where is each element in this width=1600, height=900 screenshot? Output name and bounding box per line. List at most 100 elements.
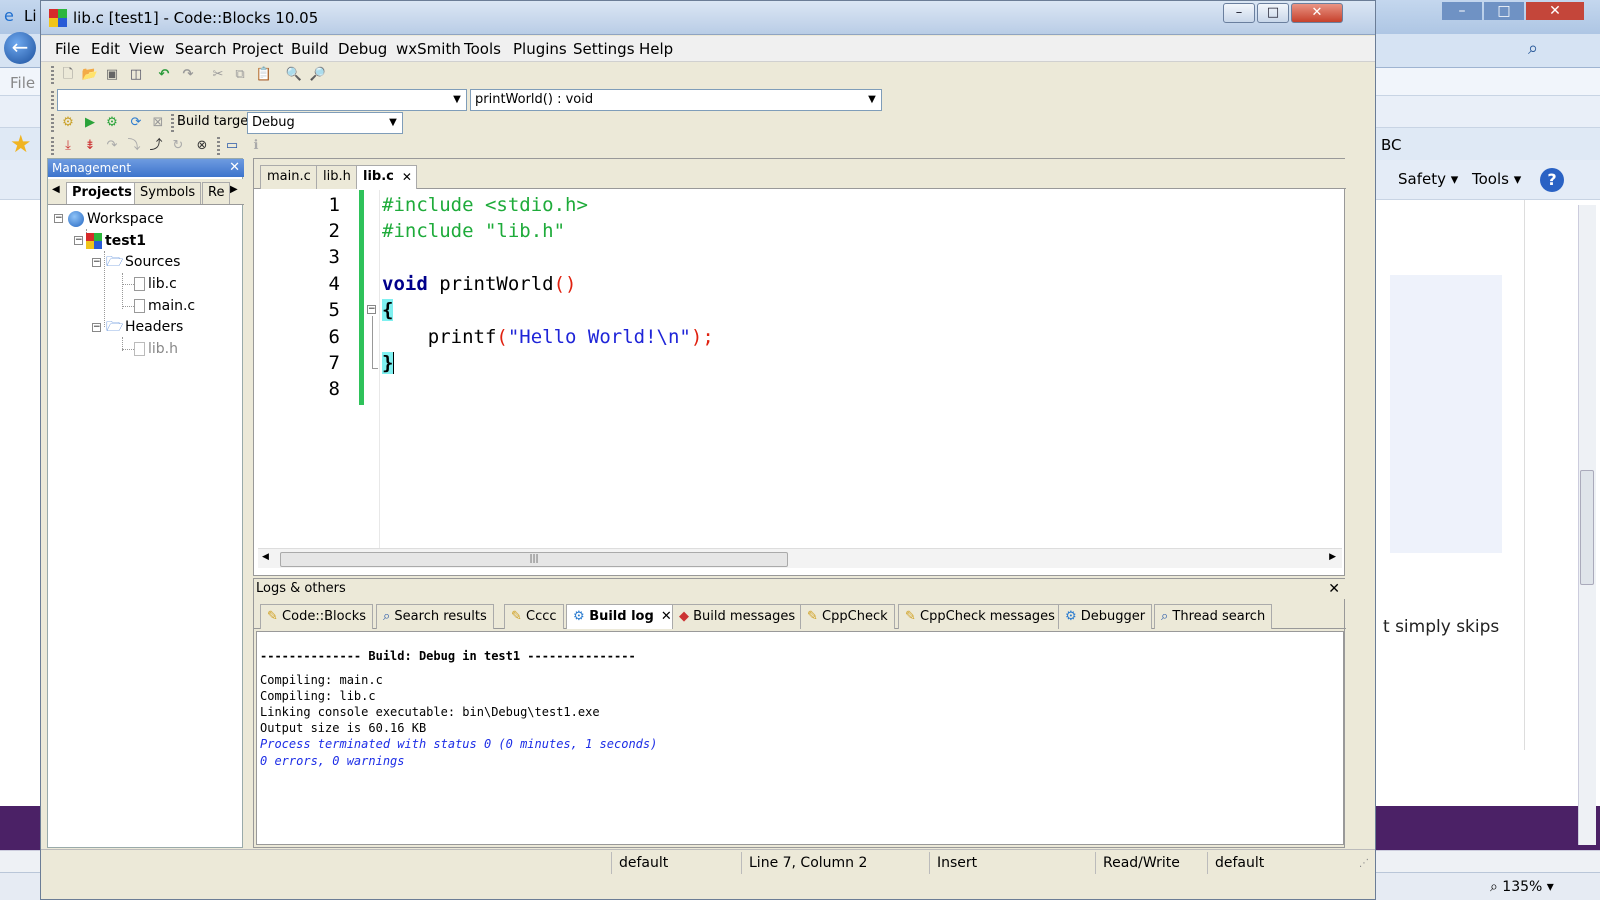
function-combo[interactable]: printWorld() : void ▼ bbox=[470, 89, 882, 111]
code-line-2[interactable]: #include "lib.h" bbox=[382, 218, 565, 244]
undo-icon[interactable]: ↶ bbox=[155, 66, 173, 84]
tree-item-workspace[interactable]: Workspace bbox=[68, 209, 164, 229]
redo-icon[interactable]: ↷ bbox=[179, 66, 197, 84]
find-icon[interactable]: 🔍 bbox=[285, 66, 303, 84]
tab-scroll-right-icon[interactable]: ▶ bbox=[230, 184, 238, 195]
code-line-6[interactable]: printf("Hello World!\n"); bbox=[382, 324, 714, 350]
tab-symbols[interactable]: Symbols bbox=[134, 182, 202, 204]
debug-run-icon[interactable]: ⤓ bbox=[59, 137, 77, 155]
code-line-1[interactable]: #include <stdio.h> bbox=[382, 192, 588, 218]
browser-tab-text[interactable]: BC bbox=[1381, 136, 1402, 154]
close-tab-icon[interactable]: ✕ bbox=[402, 166, 412, 188]
menu-settings[interactable]: Settings bbox=[573, 40, 635, 58]
new-file-icon[interactable]: 🗋 bbox=[59, 66, 77, 84]
close-button[interactable]: ✕ bbox=[1291, 3, 1343, 23]
menu-tools[interactable]: Tools bbox=[464, 40, 501, 58]
run-to-cursor-icon[interactable]: ⇟ bbox=[81, 137, 99, 155]
tab-lib-c[interactable]: lib.c ✕ bbox=[356, 165, 417, 189]
menu-search[interactable]: Search bbox=[175, 40, 227, 58]
chevron-down-icon[interactable]: ▼ bbox=[384, 113, 402, 133]
build-target-combo[interactable]: Debug ▼ bbox=[247, 112, 403, 134]
fold-toggle-icon[interactable]: − bbox=[367, 305, 376, 314]
close-tab-icon[interactable]: ✕ bbox=[661, 605, 672, 628]
scroll-right-icon[interactable]: ▶ bbox=[1329, 552, 1336, 562]
toolbar-grip[interactable] bbox=[51, 114, 54, 132]
next-line-icon[interactable]: ↷ bbox=[103, 137, 121, 155]
chevron-down-icon[interactable]: ▼ bbox=[863, 90, 881, 110]
open-folder-icon[interactable]: 📂 bbox=[81, 66, 99, 84]
build-gear-icon[interactable]: ⚙ bbox=[59, 114, 77, 132]
tab-cccc[interactable]: ✎ Cccc bbox=[504, 604, 564, 629]
save-all-icon[interactable]: ◫ bbox=[127, 66, 145, 84]
tree-item-file[interactable]: lib.c bbox=[134, 274, 177, 294]
toolbar-grip[interactable] bbox=[217, 137, 220, 155]
menu-edit[interactable]: Edit bbox=[91, 40, 120, 58]
tree-item-file[interactable]: main.c bbox=[134, 296, 195, 316]
abort-icon[interactable]: ⊠ bbox=[149, 114, 167, 132]
close-icon[interactable]: ✕ bbox=[1328, 579, 1340, 599]
menu-help[interactable]: Help bbox=[639, 40, 673, 58]
tab-build-log[interactable]: ⚙ Build log ✕ bbox=[566, 604, 677, 629]
tree-collapse-project[interactable]: − bbox=[74, 236, 83, 245]
toolbar-grip[interactable] bbox=[51, 91, 54, 109]
debug-windows-icon[interactable]: ▭ bbox=[223, 137, 241, 155]
next-instruction-icon[interactable]: ↻ bbox=[169, 137, 187, 155]
code-line-7[interactable]: } bbox=[382, 350, 395, 376]
menu-plugins[interactable]: Plugins bbox=[513, 40, 567, 58]
toolbar-grip[interactable] bbox=[51, 137, 54, 155]
tab-resources[interactable]: Re bbox=[202, 182, 231, 204]
rebuild-icon[interactable]: ⟳ bbox=[127, 114, 145, 132]
scope-combo[interactable]: ▼ bbox=[57, 89, 467, 111]
browser-tools-menu[interactable]: Tools ▾ bbox=[1472, 170, 1521, 188]
menu-wxsmith[interactable]: wxSmith bbox=[396, 40, 461, 58]
info-icon[interactable]: ℹ bbox=[247, 137, 265, 155]
code-line-5[interactable]: { bbox=[382, 297, 394, 323]
back-arrow-icon[interactable]: ← bbox=[4, 32, 36, 64]
tab-scroll-left-icon[interactable]: ◀ bbox=[52, 184, 60, 195]
menu-project[interactable]: Project bbox=[232, 40, 283, 58]
browser-close-button[interactable]: ✕ bbox=[1526, 2, 1584, 20]
menu-build[interactable]: Build bbox=[291, 40, 329, 58]
browser-scroll-thumb[interactable] bbox=[1580, 470, 1594, 585]
tab-cppcheck-messages[interactable]: ✎ CppCheck messages bbox=[898, 604, 1062, 629]
browser-minimize-button[interactable]: – bbox=[1442, 2, 1482, 20]
tab-cppcheck[interactable]: ✎ CppCheck bbox=[800, 604, 895, 629]
help-icon[interactable]: ? bbox=[1540, 168, 1564, 192]
tree-item-project[interactable]: test1 bbox=[86, 231, 146, 251]
favorites-star-icon[interactable]: ★ bbox=[10, 130, 32, 158]
editor-horizontal-scrollbar[interactable]: ◀ ||| ▶ bbox=[258, 548, 1342, 568]
build-and-run-icon[interactable]: ⚙ bbox=[103, 114, 121, 132]
tree-item-file[interactable]: lib.h bbox=[134, 339, 178, 359]
menu-debug[interactable]: Debug bbox=[338, 40, 387, 58]
tab-build-messages[interactable]: ◆ Build messages bbox=[672, 604, 803, 629]
menu-file[interactable]: File bbox=[55, 40, 80, 58]
save-icon[interactable]: ▣ bbox=[103, 66, 121, 84]
code-line-4[interactable]: void printWorld() bbox=[382, 271, 577, 297]
tab-debugger[interactable]: ⚙ Debugger bbox=[1058, 604, 1153, 629]
tree-item-sources[interactable]: 🗁 Sources bbox=[106, 252, 180, 272]
search-icon[interactable]: ⌕ bbox=[1528, 38, 1538, 59]
tree-collapse-headers[interactable]: − bbox=[92, 323, 101, 332]
close-icon[interactable]: ✕ bbox=[229, 159, 240, 177]
build-log-output[interactable]: -------------- Build: Debug in test1 ---… bbox=[256, 631, 1344, 845]
toolbar-grip[interactable] bbox=[171, 114, 174, 132]
browser-maximize-button[interactable]: □ bbox=[1484, 2, 1524, 20]
tree-collapse-sources[interactable]: − bbox=[92, 258, 101, 267]
copy-icon[interactable]: ⧉ bbox=[231, 66, 249, 84]
menu-view[interactable]: View bbox=[129, 40, 165, 58]
tab-lib-h[interactable]: lib.h bbox=[316, 165, 358, 189]
toolbar-grip[interactable] bbox=[51, 66, 54, 84]
scroll-left-icon[interactable]: ◀ bbox=[262, 552, 269, 562]
tree-item-headers[interactable]: 🗁 Headers bbox=[106, 317, 183, 337]
paste-icon[interactable]: 📋 bbox=[255, 66, 273, 84]
tab-projects[interactable]: Projects bbox=[66, 182, 138, 204]
tab-thread-search[interactable]: ⌕ Thread search bbox=[1154, 604, 1273, 629]
resize-grip-icon[interactable]: ⋰ bbox=[1359, 858, 1369, 869]
step-out-icon[interactable]: ⤴ bbox=[147, 137, 165, 155]
run-icon[interactable]: ▶ bbox=[81, 114, 99, 132]
replace-icon[interactable]: 🔎 bbox=[309, 66, 327, 84]
step-into-icon[interactable]: ⤵ bbox=[125, 137, 143, 155]
tab-main-c[interactable]: main.c bbox=[260, 165, 318, 189]
browser-file-menu[interactable]: File bbox=[10, 74, 35, 92]
tab-codeblocks-log[interactable]: ✎ Code::Blocks bbox=[260, 604, 374, 629]
